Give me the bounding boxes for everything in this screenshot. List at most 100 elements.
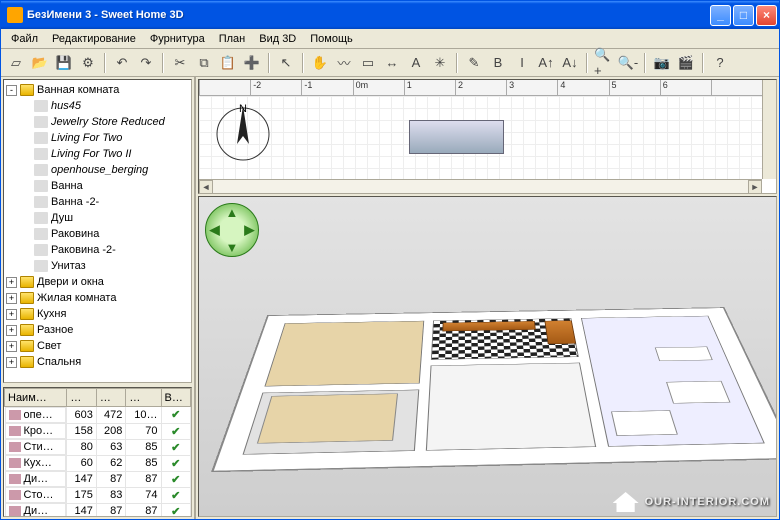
tree-node[interactable]: +Разное <box>6 322 189 338</box>
plan-view[interactable]: -2-10m123456 N ◄ ► <box>198 79 777 194</box>
tree-node[interactable]: +Кухня <box>6 306 189 322</box>
visible-checkbox[interactable]: ✔ <box>161 471 190 487</box>
menu-помощь[interactable]: Помощь <box>304 31 359 47</box>
tree-node[interactable]: Jewelry Store Reduced <box>6 114 189 130</box>
new-file-icon[interactable]: ▱ <box>5 52 27 74</box>
video-icon[interactable]: 🎬 <box>675 52 697 74</box>
cut-icon[interactable]: ✂ <box>169 52 191 74</box>
floor-plan-3d[interactable] <box>211 307 777 472</box>
open-icon[interactable]: 📂 <box>29 52 51 74</box>
copy-icon[interactable]: ⧉ <box>193 52 215 74</box>
furniture-table[interactable]: Наим…………В… опе…60347210…✔Кро…15820870✔Ст… <box>4 388 191 517</box>
tree-node[interactable]: Унитаз <box>6 258 189 274</box>
table-row[interactable]: Кух…606285✔ <box>5 455 191 471</box>
expand-icon[interactable]: + <box>6 309 17 320</box>
plan-model-preview[interactable] <box>409 120 504 154</box>
table-row[interactable]: Сто…1758374✔ <box>5 487 191 503</box>
decrease-text-icon[interactable]: A↓ <box>559 52 581 74</box>
nav-up-icon[interactable]: ▲ <box>223 204 240 221</box>
redo-icon[interactable]: ↷ <box>135 52 157 74</box>
view-3d[interactable]: ▲ ◀ ▶ ▼ <box>198 196 777 517</box>
increase-text-icon[interactable]: A↑ <box>535 52 557 74</box>
scroll-right-button[interactable]: ► <box>748 180 762 194</box>
zoom-in-icon[interactable]: 🔍+ <box>593 52 615 74</box>
tree-node[interactable]: +Спальня <box>6 354 189 370</box>
scroll-left-button[interactable]: ◄ <box>199 180 213 194</box>
maximize-button[interactable]: □ <box>733 5 754 26</box>
menu-редактирование[interactable]: Редактирование <box>46 31 142 47</box>
plan-canvas[interactable]: N <box>199 96 762 179</box>
menu-файл[interactable]: Файл <box>5 31 44 47</box>
visible-checkbox[interactable]: ✔ <box>161 407 190 424</box>
expand-icon[interactable]: + <box>6 293 17 304</box>
help-icon[interactable]: ? <box>709 52 731 74</box>
catalog-tree[interactable]: -Ванная комнатаhus45Jewelry Store Reduce… <box>3 79 192 383</box>
room-icon[interactable]: ▭ <box>357 52 379 74</box>
tree-node[interactable]: -Ванная комната <box>6 82 189 98</box>
tree-node[interactable]: Раковина -2- <box>6 242 189 258</box>
expand-icon[interactable]: + <box>6 357 17 368</box>
close-button[interactable]: × <box>756 5 777 26</box>
menu-фурнитура[interactable]: Фурнитура <box>144 31 211 47</box>
save-icon[interactable]: 💾 <box>53 52 75 74</box>
column-header[interactable]: … <box>126 389 161 407</box>
bold-icon[interactable]: B <box>487 52 509 74</box>
column-header[interactable]: … <box>67 389 96 407</box>
text-icon[interactable]: A <box>405 52 427 74</box>
dimension-icon[interactable]: ↔ <box>381 52 403 74</box>
column-header[interactable]: Наим… <box>5 389 67 407</box>
column-header[interactable]: … <box>96 389 125 407</box>
zoom-out-icon[interactable]: 🔍- <box>617 52 639 74</box>
table-row[interactable]: Ди…1478787✔ <box>5 471 191 487</box>
tree-node[interactable]: Ванна -2- <box>6 194 189 210</box>
table-row[interactable]: Ди…1478787✔ <box>5 503 191 517</box>
menu-вид 3d[interactable]: Вид 3D <box>253 31 302 47</box>
nav-left-icon[interactable]: ◀ <box>206 221 223 238</box>
add-furniture-icon[interactable]: ➕ <box>241 52 263 74</box>
pan-icon[interactable]: ✋ <box>309 52 331 74</box>
expand-icon[interactable]: + <box>6 325 17 336</box>
plan-scrollbar-horizontal[interactable]: ◄ ► <box>199 179 762 193</box>
column-header[interactable]: В… <box>161 389 190 407</box>
plan-scrollbar-vertical[interactable] <box>762 80 776 179</box>
visible-checkbox[interactable]: ✔ <box>161 503 190 517</box>
table-row[interactable]: опе…60347210…✔ <box>5 407 191 424</box>
paste-icon[interactable]: 📋 <box>217 52 239 74</box>
italic-icon[interactable]: I <box>511 52 533 74</box>
expand-icon[interactable]: + <box>6 277 17 288</box>
expand-icon[interactable]: + <box>6 341 17 352</box>
tree-node[interactable]: +Двери и окна <box>6 274 189 290</box>
table-row[interactable]: Кро…15820870✔ <box>5 423 191 439</box>
titlebar[interactable]: БезИмени 3 - Sweet Home 3D _ □ × <box>1 1 779 29</box>
tree-label: Ванна <box>51 180 83 192</box>
select-icon[interactable]: ↖ <box>275 52 297 74</box>
nav-right-icon[interactable]: ▶ <box>241 221 258 238</box>
nav-pad[interactable]: ▲ ◀ ▶ ▼ <box>205 203 259 257</box>
edit-text-icon[interactable]: ✎ <box>463 52 485 74</box>
tree-node[interactable]: Душ <box>6 210 189 226</box>
collapse-icon[interactable]: - <box>6 85 17 96</box>
undo-icon[interactable]: ↶ <box>111 52 133 74</box>
tree-node[interactable]: +Жилая комната <box>6 290 189 306</box>
tree-node[interactable]: Living For Two II <box>6 146 189 162</box>
compass-icon[interactable]: N <box>211 100 275 164</box>
visible-checkbox[interactable]: ✔ <box>161 423 190 439</box>
table-row[interactable]: Сти…806385✔ <box>5 439 191 455</box>
preferences-icon[interactable]: ⚙ <box>77 52 99 74</box>
compass-icon[interactable]: ✳ <box>429 52 451 74</box>
menu-план[interactable]: План <box>213 31 252 47</box>
visible-checkbox[interactable]: ✔ <box>161 439 190 455</box>
tree-node[interactable]: Раковина <box>6 226 189 242</box>
nav-down-icon[interactable]: ▼ <box>223 239 240 256</box>
visible-checkbox[interactable]: ✔ <box>161 455 190 471</box>
tree-node[interactable]: Ванна <box>6 178 189 194</box>
scroll-track[interactable] <box>213 180 748 193</box>
tree-node[interactable]: openhouse_berging <box>6 162 189 178</box>
photo-icon[interactable]: 📷 <box>651 52 673 74</box>
tree-node[interactable]: +Свет <box>6 338 189 354</box>
tree-node[interactable]: Living For Two <box>6 130 189 146</box>
tree-node[interactable]: hus45 <box>6 98 189 114</box>
minimize-button[interactable]: _ <box>710 5 731 26</box>
wall-icon[interactable]: 〰 <box>333 52 355 74</box>
visible-checkbox[interactable]: ✔ <box>161 487 190 503</box>
